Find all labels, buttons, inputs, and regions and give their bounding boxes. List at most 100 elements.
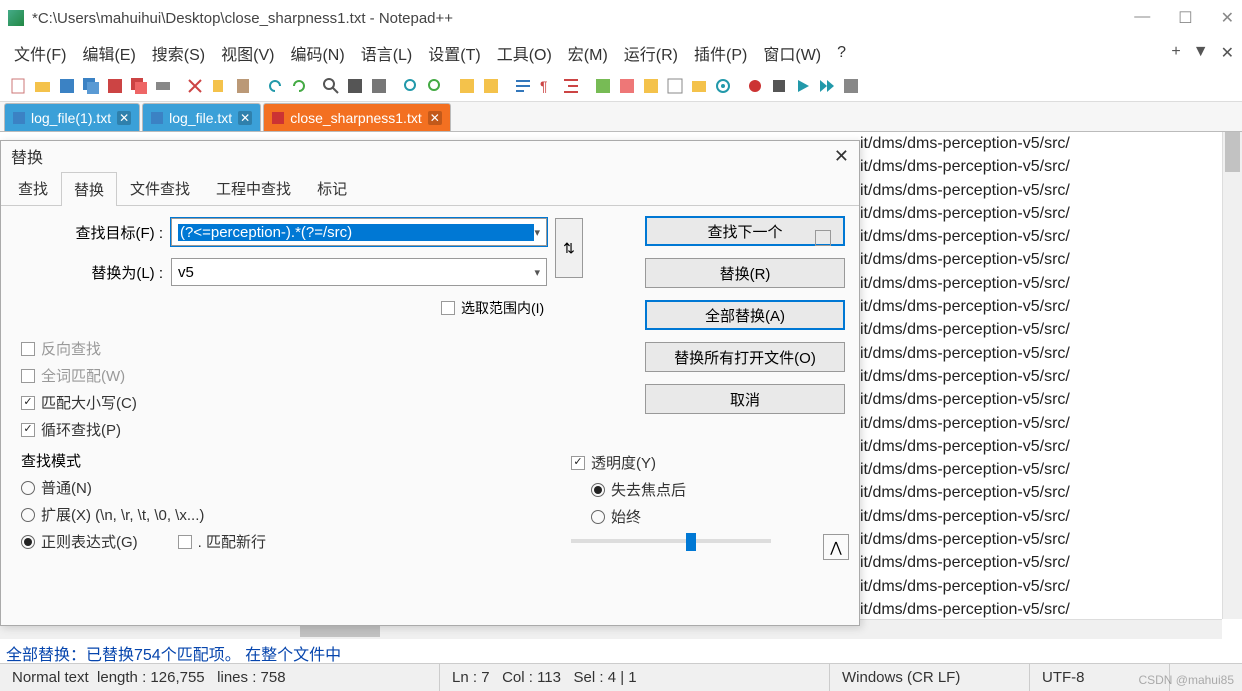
- replace-input[interactable]: v5 ▾: [171, 258, 547, 286]
- undo-icon[interactable]: [264, 75, 286, 97]
- expand-button[interactable]: ⋀: [823, 534, 849, 560]
- menu-settings[interactable]: 设置(T): [422, 37, 486, 69]
- dlgtab-replace[interactable]: 替换: [61, 172, 117, 206]
- menu-encoding[interactable]: 编码(N): [284, 37, 350, 69]
- save-all-icon[interactable]: [80, 75, 102, 97]
- tab-close-icon[interactable]: ✕: [428, 111, 442, 125]
- mode-normal-radio[interactable]: [21, 481, 35, 495]
- dlgtab-findproj[interactable]: 工程中查找: [203, 171, 304, 205]
- cancel-button[interactable]: 取消: [645, 384, 845, 414]
- record-icon[interactable]: [744, 75, 766, 97]
- doc-map-icon[interactable]: [616, 75, 638, 97]
- app-icon: [8, 10, 24, 26]
- findnext-only-checkbox[interactable]: [815, 230, 831, 246]
- menu-tools[interactable]: 工具(O): [491, 37, 558, 69]
- menu-search[interactable]: 搜索(S): [146, 37, 211, 69]
- status-length: 126,755: [150, 669, 204, 686]
- wholeword-checkbox: [21, 369, 35, 383]
- scrollbar-thumb[interactable]: [1225, 132, 1240, 172]
- dlgtab-find[interactable]: 查找: [5, 171, 61, 205]
- replace-all-open-button[interactable]: 替换所有打开文件(O): [645, 342, 845, 372]
- matchnewline-checkbox[interactable]: [178, 535, 192, 549]
- mode-regex-label: 正则表达式(G): [41, 531, 138, 552]
- menu-chevron-icon[interactable]: ▼: [1193, 43, 1209, 63]
- in-selection-label: 选取范围内(I): [461, 298, 544, 318]
- folder-icon[interactable]: [688, 75, 710, 97]
- menu-edit[interactable]: 编辑(E): [76, 37, 141, 69]
- indent-icon[interactable]: [560, 75, 582, 97]
- save-macro-icon[interactable]: [840, 75, 862, 97]
- dropdown-icon[interactable]: ▾: [534, 226, 540, 239]
- copy-icon[interactable]: [208, 75, 230, 97]
- in-selection-checkbox[interactable]: [441, 301, 455, 315]
- mode-extended-radio[interactable]: [21, 508, 35, 522]
- status-type: Normal text: [12, 669, 89, 686]
- find-input[interactable]: (?<=perception-).*(?=/src) ▾: [171, 218, 547, 246]
- wrap-checkbox[interactable]: [21, 423, 35, 437]
- sync-v-icon[interactable]: [456, 75, 478, 97]
- allchars-icon[interactable]: ¶: [536, 75, 558, 97]
- mode-normal-label: 普通(N): [41, 477, 92, 498]
- cut-icon[interactable]: [184, 75, 206, 97]
- paste-icon[interactable]: [232, 75, 254, 97]
- sync-h-icon[interactable]: [480, 75, 502, 97]
- menu-view[interactable]: 视图(V): [215, 37, 280, 69]
- tab-close-icon[interactable]: ✕: [117, 111, 131, 125]
- menu-file[interactable]: 文件(F): [8, 37, 72, 69]
- open-file-icon[interactable]: [32, 75, 54, 97]
- menu-run[interactable]: 运行(R): [618, 37, 684, 69]
- close-file-icon[interactable]: [104, 75, 126, 97]
- doc-list-icon[interactable]: [640, 75, 662, 97]
- close-all-icon[interactable]: [128, 75, 150, 97]
- trans-onlost-radio[interactable]: [591, 483, 605, 497]
- menu-macro[interactable]: 宏(M): [562, 37, 614, 69]
- redo-icon[interactable]: [288, 75, 310, 97]
- statusbar: Normal text length : 126,755 lines : 758…: [0, 663, 1242, 691]
- monitor-icon[interactable]: [712, 75, 734, 97]
- wordwrap-icon[interactable]: [512, 75, 534, 97]
- trans-always-radio[interactable]: [591, 510, 605, 524]
- lang-icon[interactable]: [592, 75, 614, 97]
- swap-button[interactable]: ⇅: [555, 218, 583, 278]
- menu-help[interactable]: ?: [831, 40, 852, 66]
- replace-icon[interactable]: [344, 75, 366, 97]
- find-icon[interactable]: [320, 75, 342, 97]
- menu-plugins[interactable]: 插件(P): [688, 37, 753, 69]
- vertical-scrollbar[interactable]: [1222, 132, 1242, 619]
- save-icon[interactable]: [56, 75, 78, 97]
- menu-plus-icon[interactable]: +: [1171, 43, 1180, 63]
- dropdown-icon[interactable]: ▾: [534, 266, 540, 279]
- tab-close-icon[interactable]: ✕: [238, 111, 252, 125]
- dialog-close-button[interactable]: ✕: [834, 146, 849, 167]
- svg-text:¶: ¶: [540, 78, 548, 94]
- menu-close-icon[interactable]: ✕: [1221, 43, 1234, 63]
- goto-icon[interactable]: [368, 75, 390, 97]
- new-file-icon[interactable]: [8, 75, 30, 97]
- tab-label: log_file.txt: [169, 110, 232, 126]
- wholeword-label: 全词匹配(W): [41, 365, 125, 386]
- dlgtab-findfiles[interactable]: 文件查找: [117, 171, 203, 205]
- replace-all-button[interactable]: 全部替换(A): [645, 300, 845, 330]
- minimize-button[interactable]: —: [1134, 8, 1150, 28]
- menu-language[interactable]: 语言(L): [355, 37, 419, 69]
- dlgtab-mark[interactable]: 标记: [304, 171, 360, 205]
- transparency-checkbox[interactable]: [571, 456, 585, 470]
- play-multi-icon[interactable]: [816, 75, 838, 97]
- maximize-button[interactable]: ☐: [1178, 8, 1192, 28]
- slider-handle[interactable]: [686, 533, 696, 551]
- mode-regex-radio[interactable]: [21, 535, 35, 549]
- stop-icon[interactable]: [768, 75, 790, 97]
- matchcase-checkbox[interactable]: [21, 396, 35, 410]
- tab-close-sharpness[interactable]: close_sharpness1.txt ✕: [263, 103, 451, 131]
- print-icon[interactable]: [152, 75, 174, 97]
- func-list-icon[interactable]: [664, 75, 686, 97]
- play-icon[interactable]: [792, 75, 814, 97]
- tab-logfile[interactable]: log_file.txt ✕: [142, 103, 261, 131]
- menu-window[interactable]: 窗口(W): [757, 37, 827, 69]
- zoom-out-icon[interactable]: [424, 75, 446, 97]
- tab-logfile1[interactable]: log_file(1).txt ✕: [4, 103, 140, 131]
- close-window-button[interactable]: ✕: [1221, 8, 1234, 28]
- replace-button[interactable]: 替换(R): [645, 258, 845, 288]
- zoom-in-icon[interactable]: [400, 75, 422, 97]
- transparency-slider[interactable]: [571, 539, 771, 543]
